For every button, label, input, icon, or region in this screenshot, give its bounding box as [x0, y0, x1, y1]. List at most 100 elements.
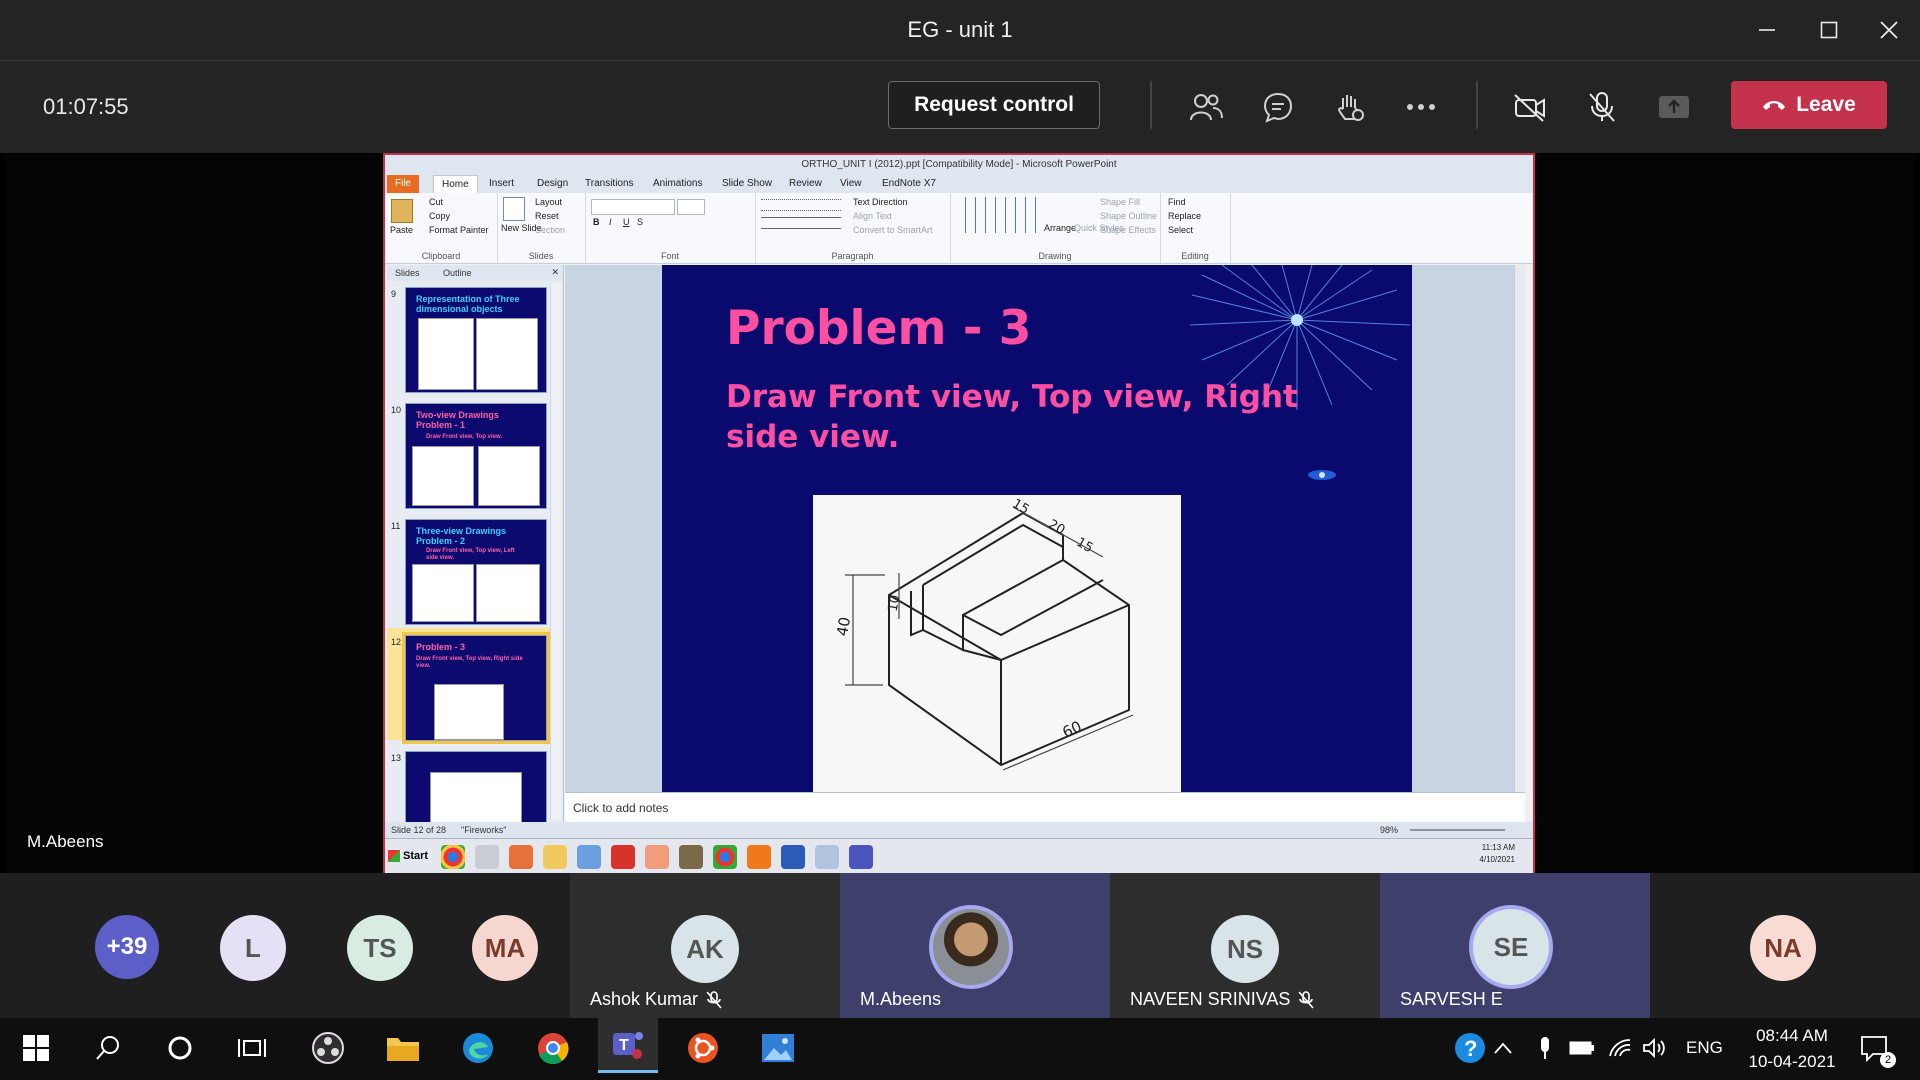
slide-thumbnail-10[interactable]: Two-view Drawings Problem - 1 Draw Front…: [405, 403, 547, 509]
paint-icon[interactable]: [815, 845, 839, 869]
request-control-button[interactable]: Request control: [888, 81, 1100, 129]
shadow-button[interactable]: S: [637, 217, 643, 227]
cut-button[interactable]: Cut: [429, 197, 443, 207]
tab-transitions[interactable]: Transitions: [585, 178, 634, 189]
edge-app[interactable]: [458, 1028, 498, 1068]
close-panel-icon[interactable]: ✕: [551, 267, 559, 278]
align-text-button[interactable]: Align Text: [853, 211, 892, 221]
zoom-slider[interactable]: [1410, 829, 1505, 831]
wifi-tray[interactable]: [1604, 1028, 1636, 1068]
avatar-ma[interactable]: MA: [472, 915, 538, 981]
volume-tray[interactable]: [1638, 1028, 1670, 1068]
tab-design[interactable]: Design: [537, 178, 568, 189]
leave-button[interactable]: Leave: [1731, 81, 1887, 129]
convert-smartart-button[interactable]: Convert to SmartArt: [853, 225, 933, 235]
start-button[interactable]: [16, 1028, 56, 1068]
avatar-ts[interactable]: TS: [347, 915, 413, 981]
replace-button[interactable]: Replace: [1168, 211, 1201, 221]
clock-time[interactable]: 08:44 AM: [1742, 1026, 1842, 1046]
participant-tile-m-abeens[interactable]: M.Abeens: [840, 873, 1110, 1018]
cortana-button[interactable]: [160, 1028, 200, 1068]
photos-app[interactable]: [758, 1028, 798, 1068]
slides-panel-scrollbar[interactable]: [550, 283, 561, 819]
search-button[interactable]: [88, 1028, 128, 1068]
shape-outline-button[interactable]: Shape Outline: [1100, 211, 1157, 221]
help-tray[interactable]: ?: [1450, 1028, 1490, 1068]
tab-view[interactable]: View: [840, 178, 862, 189]
chrome-app[interactable]: [533, 1028, 573, 1068]
participant-tile-sarvesh-e[interactable]: SE SARVESH E: [1380, 873, 1650, 1018]
show-hidden-icons-button[interactable]: [1488, 1028, 1518, 1068]
section-button[interactable]: Section: [535, 225, 565, 235]
firefox-icon[interactable]: [747, 845, 771, 869]
app-icon[interactable]: [679, 845, 703, 869]
chrome-icon[interactable]: [441, 845, 465, 869]
slide-scrollbar[interactable]: [1514, 265, 1525, 792]
minimize-button[interactable]: [1732, 0, 1802, 60]
arrange-button[interactable]: Arrange: [1044, 223, 1076, 233]
tab-slides[interactable]: Slides: [395, 268, 420, 278]
slide-thumbnail-11[interactable]: Three-view Drawings Problem - 2 Draw Fro…: [405, 519, 547, 625]
slide-thumbnail-13[interactable]: [405, 751, 547, 823]
remote-start-button[interactable]: Start: [388, 843, 434, 869]
tab-slide-show[interactable]: Slide Show: [722, 178, 772, 189]
tab-review[interactable]: Review: [789, 178, 822, 189]
acrobat-icon[interactable]: [611, 845, 635, 869]
shape-fill-button[interactable]: Shape Fill: [1100, 197, 1140, 207]
notes-pane[interactable]: Click to add notes: [565, 792, 1525, 823]
tab-outline[interactable]: Outline: [443, 268, 472, 278]
tab-insert[interactable]: Insert: [489, 178, 514, 189]
overflow-participants-button[interactable]: +39: [95, 915, 159, 979]
reset-button[interactable]: Reset: [535, 211, 559, 221]
obs-app[interactable]: [308, 1028, 348, 1068]
slide-thumbnail-9[interactable]: Representation of Three dimensional obje…: [405, 287, 547, 393]
avatar-l[interactable]: L: [220, 915, 286, 981]
format-painter-button[interactable]: Format Painter: [429, 225, 489, 235]
underline-button[interactable]: U: [623, 217, 630, 227]
tab-animations[interactable]: Animations: [653, 178, 702, 189]
teams-icon[interactable]: [849, 845, 873, 869]
battery-tray[interactable]: [1566, 1028, 1598, 1068]
raise-hand-button[interactable]: [1328, 85, 1372, 129]
folder-icon[interactable]: [543, 845, 567, 869]
tab-file[interactable]: File: [387, 175, 420, 193]
current-slide[interactable]: Problem - 3 Draw Front view, Top view, R…: [662, 265, 1412, 792]
microphone-tray[interactable]: [1530, 1028, 1560, 1068]
mic-toggle-button[interactable]: [1580, 85, 1624, 129]
media-icon[interactable]: [645, 845, 669, 869]
participants-button[interactable]: [1184, 85, 1228, 129]
more-options-button[interactable]: [1399, 85, 1443, 129]
paste-button[interactable]: Paste: [390, 225, 413, 235]
tab-endnote[interactable]: EndNote X7: [882, 178, 936, 189]
browser-icon[interactable]: [577, 845, 601, 869]
task-view-button[interactable]: [232, 1028, 272, 1068]
select-button[interactable]: Select: [1168, 225, 1193, 235]
teams-app[interactable]: T: [598, 1018, 658, 1073]
file-explorer-app[interactable]: [383, 1028, 423, 1068]
avatar-na[interactable]: NA: [1750, 915, 1816, 981]
copy-button[interactable]: Copy: [429, 211, 450, 221]
bullets-icon[interactable]: [761, 199, 841, 211]
bold-button[interactable]: B: [593, 217, 600, 227]
tab-home[interactable]: Home: [433, 175, 478, 193]
close-button[interactable]: [1854, 0, 1920, 60]
tool-icon[interactable]: [475, 845, 499, 869]
italic-button[interactable]: I: [609, 217, 612, 227]
font-size-input[interactable]: [677, 199, 705, 215]
chrome-icon-2[interactable]: [713, 845, 737, 869]
shape-effects-button[interactable]: Shape Effects: [1100, 225, 1156, 235]
participant-tile-ashok-kumar[interactable]: AK Ashok Kumar: [570, 873, 840, 1018]
word-icon[interactable]: [781, 845, 805, 869]
clock-date[interactable]: 10-04-2021: [1737, 1052, 1847, 1072]
layout-button[interactable]: Layout: [535, 197, 562, 207]
font-name-input[interactable]: [591, 199, 675, 215]
align-icon[interactable]: [761, 217, 841, 229]
share-screen-button[interactable]: [1652, 85, 1696, 129]
input-language[interactable]: ENG: [1686, 1038, 1723, 1058]
shapes-gallery[interactable]: [956, 197, 1038, 233]
ubuntu-app[interactable]: [683, 1028, 723, 1068]
slide-thumbnail-12[interactable]: Problem - 3 Draw Front view, Top view, R…: [402, 632, 550, 744]
participant-tile-naveen-srinivas[interactable]: NS NAVEEN SRINIVAS: [1110, 873, 1380, 1018]
powerpoint-icon[interactable]: [509, 845, 533, 869]
text-direction-button[interactable]: Text Direction: [853, 197, 908, 207]
